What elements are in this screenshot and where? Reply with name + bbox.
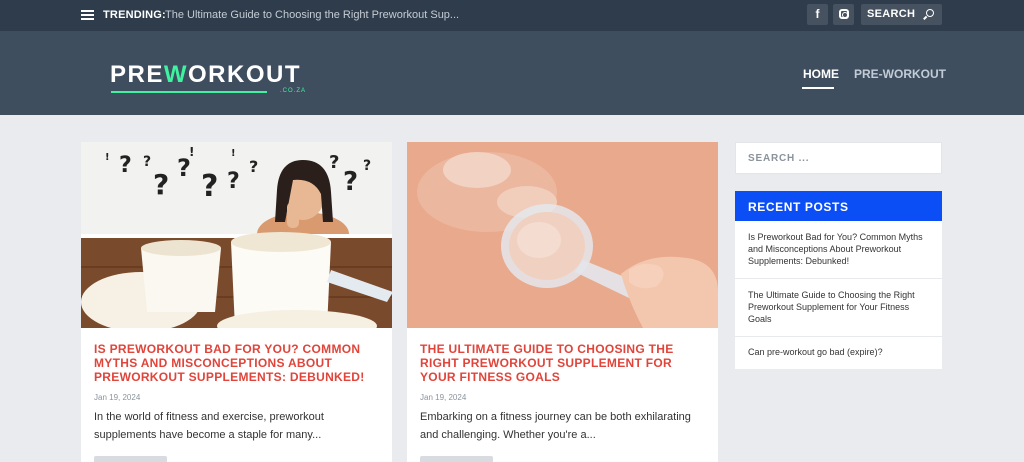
svg-text:!: ! <box>189 145 194 159</box>
svg-text:?: ? <box>227 169 240 194</box>
svg-text:!: ! <box>231 148 236 159</box>
site-header: PREWORKOUT .CO.ZA HOME PRE-WORKOUT <box>0 31 1024 115</box>
divider <box>735 278 942 279</box>
svg-text:?: ? <box>329 152 339 173</box>
divider <box>735 336 942 337</box>
instagram-icon[interactable] <box>833 4 854 25</box>
site-logo[interactable]: PREWORKOUT <box>110 61 301 89</box>
search-placeholder: SEARCH ... <box>748 153 810 164</box>
post-date: Jan 19, 2024 <box>94 393 141 402</box>
top-search-label: SEARCH <box>867 8 916 20</box>
read-more-button[interactable] <box>94 456 167 462</box>
read-more-button[interactable] <box>420 456 493 462</box>
post-card: ? ? ? ? ? ? ? ? ? ? ! ! ! IS PREWORKOUT … <box>81 142 392 462</box>
post-excerpt: Embarking on a fitness journey can be bo… <box>420 411 691 441</box>
svg-text:?: ? <box>201 169 218 204</box>
recent-post-link[interactable]: Can pre-workout go bad (expire)? <box>748 346 933 358</box>
svg-text:?: ? <box>143 154 151 170</box>
post-title[interactable]: THE ULTIMATE GUIDE TO CHOOSING THE RIGHT… <box>420 342 710 384</box>
menu-icon[interactable] <box>81 10 94 20</box>
top-bar: TRENDING: The Ultimate Guide to Choosing… <box>0 0 1024 31</box>
recent-posts-header: RECENT POSTS <box>735 191 942 221</box>
svg-text:?: ? <box>119 153 132 178</box>
logo-underline <box>111 91 267 93</box>
nav-active-indicator <box>802 87 834 89</box>
recent-posts-title: RECENT POSTS <box>748 200 849 214</box>
search-icon[interactable] <box>926 9 934 17</box>
svg-text:?: ? <box>153 168 169 201</box>
post-title[interactable]: IS PREWORKOUT BAD FOR YOU? COMMON MYTHS … <box>94 342 384 384</box>
recent-posts-widget: RECENT POSTS Is Preworkout Bad for You? … <box>735 191 942 369</box>
post-date: Jan 19, 2024 <box>420 393 467 402</box>
facebook-icon[interactable]: f <box>807 4 828 25</box>
recent-post-link[interactable]: The Ultimate Guide to Choosing the Right… <box>748 289 933 325</box>
logo-domain: .CO.ZA <box>280 88 307 94</box>
nav-home[interactable]: HOME <box>803 67 839 81</box>
top-search-input[interactable]: SEARCH <box>861 4 942 25</box>
svg-text:?: ? <box>343 167 358 197</box>
trending-label: TRENDING: <box>103 9 166 21</box>
svg-text:?: ? <box>363 158 371 174</box>
nav-pre-workout[interactable]: PRE-WORKOUT <box>854 67 946 81</box>
post-thumbnail[interactable] <box>407 142 718 328</box>
trending-link[interactable]: The Ultimate Guide to Choosing the Right… <box>165 9 459 21</box>
post-excerpt: In the world of fitness and exercise, pr… <box>94 411 324 441</box>
sidebar-search-input[interactable]: SEARCH ... <box>735 142 942 174</box>
recent-post-link[interactable]: Is Preworkout Bad for You? Common Myths … <box>748 231 933 267</box>
svg-text:!: ! <box>105 152 110 163</box>
svg-text:?: ? <box>249 157 258 176</box>
post-thumbnail[interactable]: ? ? ? ? ? ? ? ? ? ? ! ! ! <box>81 142 392 328</box>
post-card: THE ULTIMATE GUIDE TO CHOOSING THE RIGHT… <box>407 142 718 462</box>
